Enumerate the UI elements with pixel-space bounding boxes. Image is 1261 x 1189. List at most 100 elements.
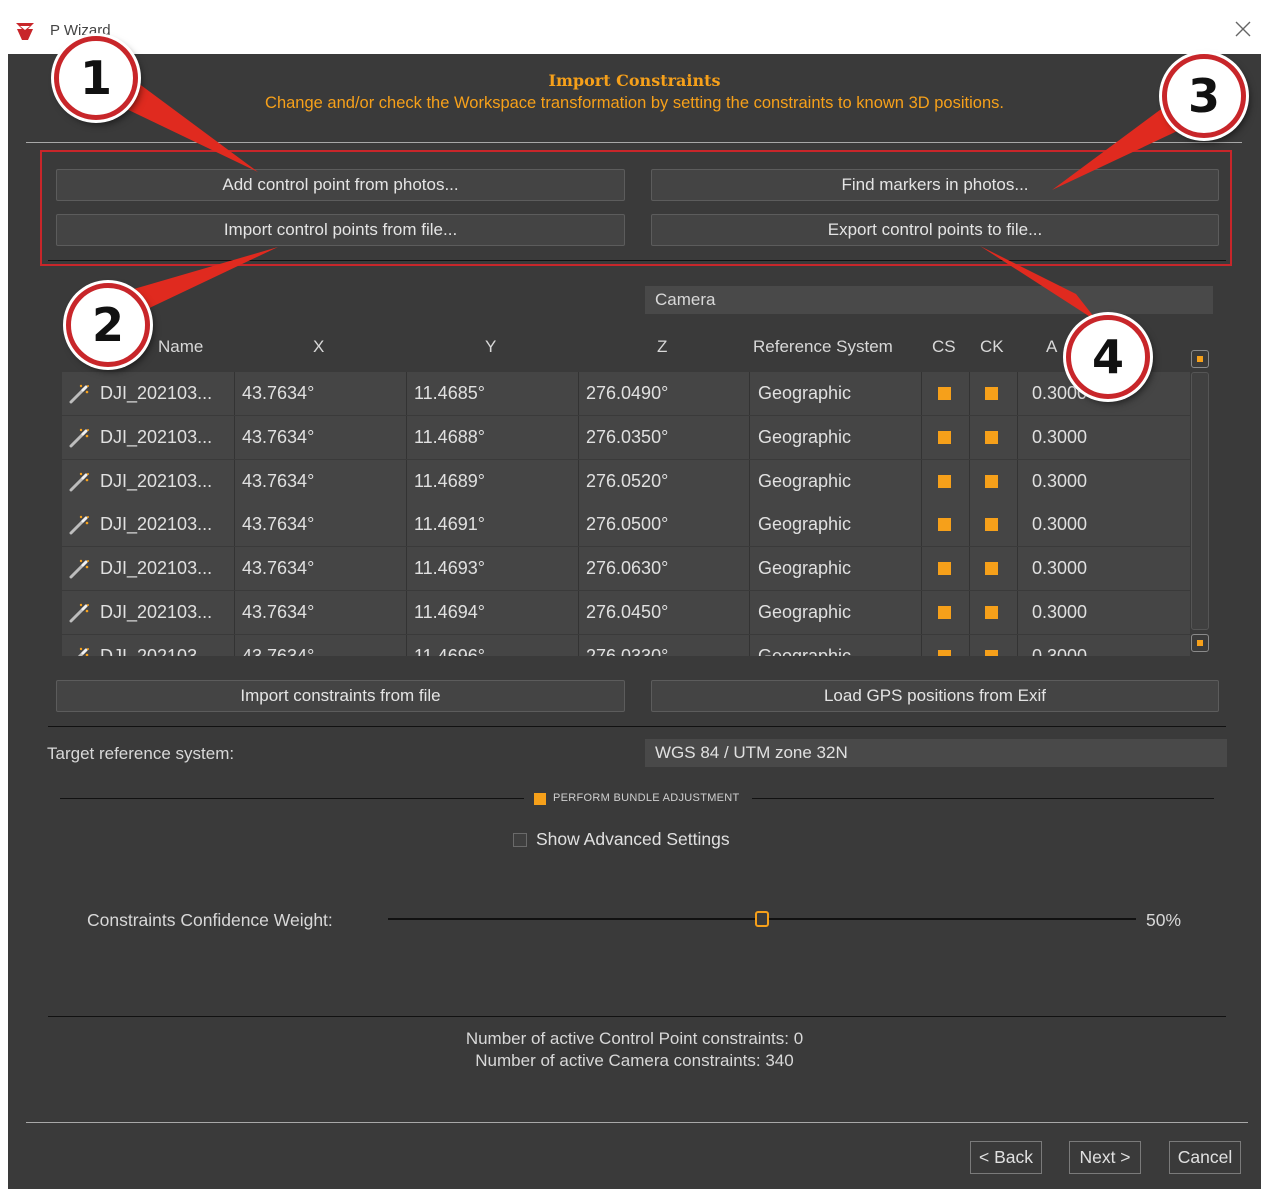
cell-z: 276.0500° <box>586 514 669 535</box>
table-row[interactable]: DJI_202103... 43.7634° 11.4696° 276.0330° Ge… <box>62 634 1190 656</box>
scroll-thumb[interactable] <box>1191 372 1209 630</box>
column-separator <box>234 503 235 547</box>
page-title: Import Constraints <box>548 71 721 90</box>
column-separator <box>1017 459 1018 503</box>
col-header-name[interactable]: Name <box>158 337 203 357</box>
close-icon[interactable] <box>1232 18 1254 40</box>
table-row[interactable]: DJI_202103... 43.7634° 11.4691° 276.0500° Ge… <box>62 503 1190 547</box>
column-separator <box>749 372 750 415</box>
magic-wand-icon <box>69 428 89 448</box>
cell-name: DJI_202103... <box>100 426 213 447</box>
col-header-accuracy[interactable]: A <box>1046 337 1057 357</box>
cancel-button[interactable]: Cancel <box>1169 1141 1241 1174</box>
column-separator <box>749 591 750 634</box>
app-logo-icon <box>16 23 34 40</box>
table-row[interactable]: DJI_202103... 43.7634° 11.4689° 276.0520° Ge… <box>62 459 1190 503</box>
column-separator <box>1017 547 1018 591</box>
cs-checkbox[interactable] <box>938 606 951 619</box>
ck-checkbox[interactable] <box>985 430 998 444</box>
cell-x: 43.7634° <box>242 470 315 491</box>
cs-checkbox[interactable] <box>938 474 951 488</box>
target-reference-label: Target reference system: <box>47 744 235 763</box>
column-separator <box>1017 415 1018 459</box>
advanced-settings-label[interactable]: Show Advanced Settings <box>536 829 730 850</box>
constraints-table[interactable]: DJI_202103... 43.7634° 11.4685° 276.0490° Ge… <box>62 372 1190 656</box>
add-control-point-button[interactable]: Add control point from photos... <box>56 169 625 201</box>
constraint-source-select[interactable]: Camera <box>645 286 1213 314</box>
cell-x: 43.7634° <box>242 426 315 447</box>
column-separator <box>969 415 970 459</box>
col-header-ck[interactable]: CK <box>980 337 1004 357</box>
cs-checkbox[interactable] <box>938 518 951 532</box>
column-separator <box>969 503 970 547</box>
cell-y: 11.4696° <box>414 645 485 656</box>
toolbar-divider <box>48 260 1226 261</box>
cell-x: 43.7634° <box>242 383 315 403</box>
col-header-y[interactable]: Y <box>485 337 496 357</box>
column-separator <box>921 547 922 591</box>
ck-checkbox[interactable] <box>985 562 998 576</box>
ck-checkbox[interactable] <box>985 474 998 488</box>
ck-checkbox[interactable] <box>985 649 998 656</box>
back-button[interactable]: < Back <box>970 1141 1042 1174</box>
find-markers-button[interactable]: Find markers in photos... <box>651 169 1219 201</box>
col-header-z[interactable]: Z <box>657 337 667 357</box>
page-subtitle: Change and/or check the Workspace transf… <box>265 94 1004 112</box>
scroll-up-button[interactable] <box>1191 350 1209 368</box>
callout-4: 4 <box>1066 315 1150 399</box>
actions-divider <box>48 726 1226 727</box>
scroll-down-button[interactable] <box>1191 634 1209 652</box>
column-separator <box>921 372 922 415</box>
column-separator <box>578 547 579 591</box>
table-row[interactable]: DJI_202103... 43.7634° 11.4688° 276.0350° Ge… <box>62 415 1190 459</box>
column-separator <box>406 547 407 591</box>
magic-wand-icon <box>69 472 89 492</box>
cell-ref: Geographic <box>758 383 852 403</box>
export-control-points-button[interactable]: Export control points to file... <box>651 214 1219 246</box>
callout-2: 2 <box>66 283 150 367</box>
load-gps-button[interactable]: Load GPS positions from Exif <box>651 680 1219 712</box>
cell-z: 276.0630° <box>586 558 669 579</box>
col-header-cs[interactable]: CS <box>932 337 956 357</box>
import-constraints-button[interactable]: Import constraints from file <box>56 680 625 712</box>
advanced-settings-checkbox[interactable] <box>513 833 527 847</box>
callout-3: 3 <box>1162 54 1246 138</box>
column-separator <box>1017 591 1018 634</box>
bundle-adjustment-label[interactable]: PERFORM BUNDLE ADJUSTMENT <box>553 792 740 804</box>
table-row[interactable]: DJI_202103... 43.7634° 11.4685° 276.0490° Ge… <box>62 372 1190 415</box>
bundle-adjustment-checkbox[interactable] <box>534 793 546 805</box>
table-scrollbar[interactable] <box>1191 350 1211 656</box>
table-row[interactable]: DJI_202103... 43.7634° 11.4693° 276.0630° Ge… <box>62 547 1190 591</box>
cs-checkbox[interactable] <box>938 562 951 576</box>
column-separator <box>578 459 579 503</box>
cell-z: 276.0330° <box>586 645 669 656</box>
column-separator <box>921 503 922 547</box>
callout-1: 1 <box>54 36 138 120</box>
magic-wand-icon <box>69 384 89 404</box>
cell-accuracy: 0.3000 <box>1032 426 1088 447</box>
next-button[interactable]: Next > <box>1069 1141 1141 1174</box>
cs-checkbox[interactable] <box>938 430 951 444</box>
cs-checkbox[interactable] <box>938 649 951 656</box>
cs-checkbox[interactable] <box>938 387 951 400</box>
column-separator <box>406 503 407 547</box>
ck-checkbox[interactable] <box>985 387 998 400</box>
column-separator <box>234 459 235 503</box>
ck-checkbox[interactable] <box>985 518 998 532</box>
cell-y: 11.4689° <box>414 470 485 491</box>
cell-accuracy: 0.3000 <box>1032 470 1088 491</box>
ck-checkbox[interactable] <box>985 606 998 619</box>
target-reference-select[interactable]: WGS 84 / UTM zone 32N <box>645 739 1227 767</box>
column-separator <box>749 547 750 591</box>
table-row[interactable]: DJI_202103... 43.7634° 11.4694° 276.0450° Ge… <box>62 591 1190 634</box>
column-separator <box>749 415 750 459</box>
column-separator <box>969 634 970 656</box>
column-separator <box>1017 634 1018 656</box>
import-control-points-button[interactable]: Import control points from file... <box>56 214 625 246</box>
slider-handle[interactable] <box>755 911 769 927</box>
cell-x: 43.7634° <box>242 645 315 656</box>
column-separator <box>234 634 235 656</box>
col-header-x[interactable]: X <box>313 337 324 357</box>
col-header-ref-system[interactable]: Reference System <box>753 337 893 357</box>
confidence-weight-slider[interactable] <box>388 911 1136 927</box>
